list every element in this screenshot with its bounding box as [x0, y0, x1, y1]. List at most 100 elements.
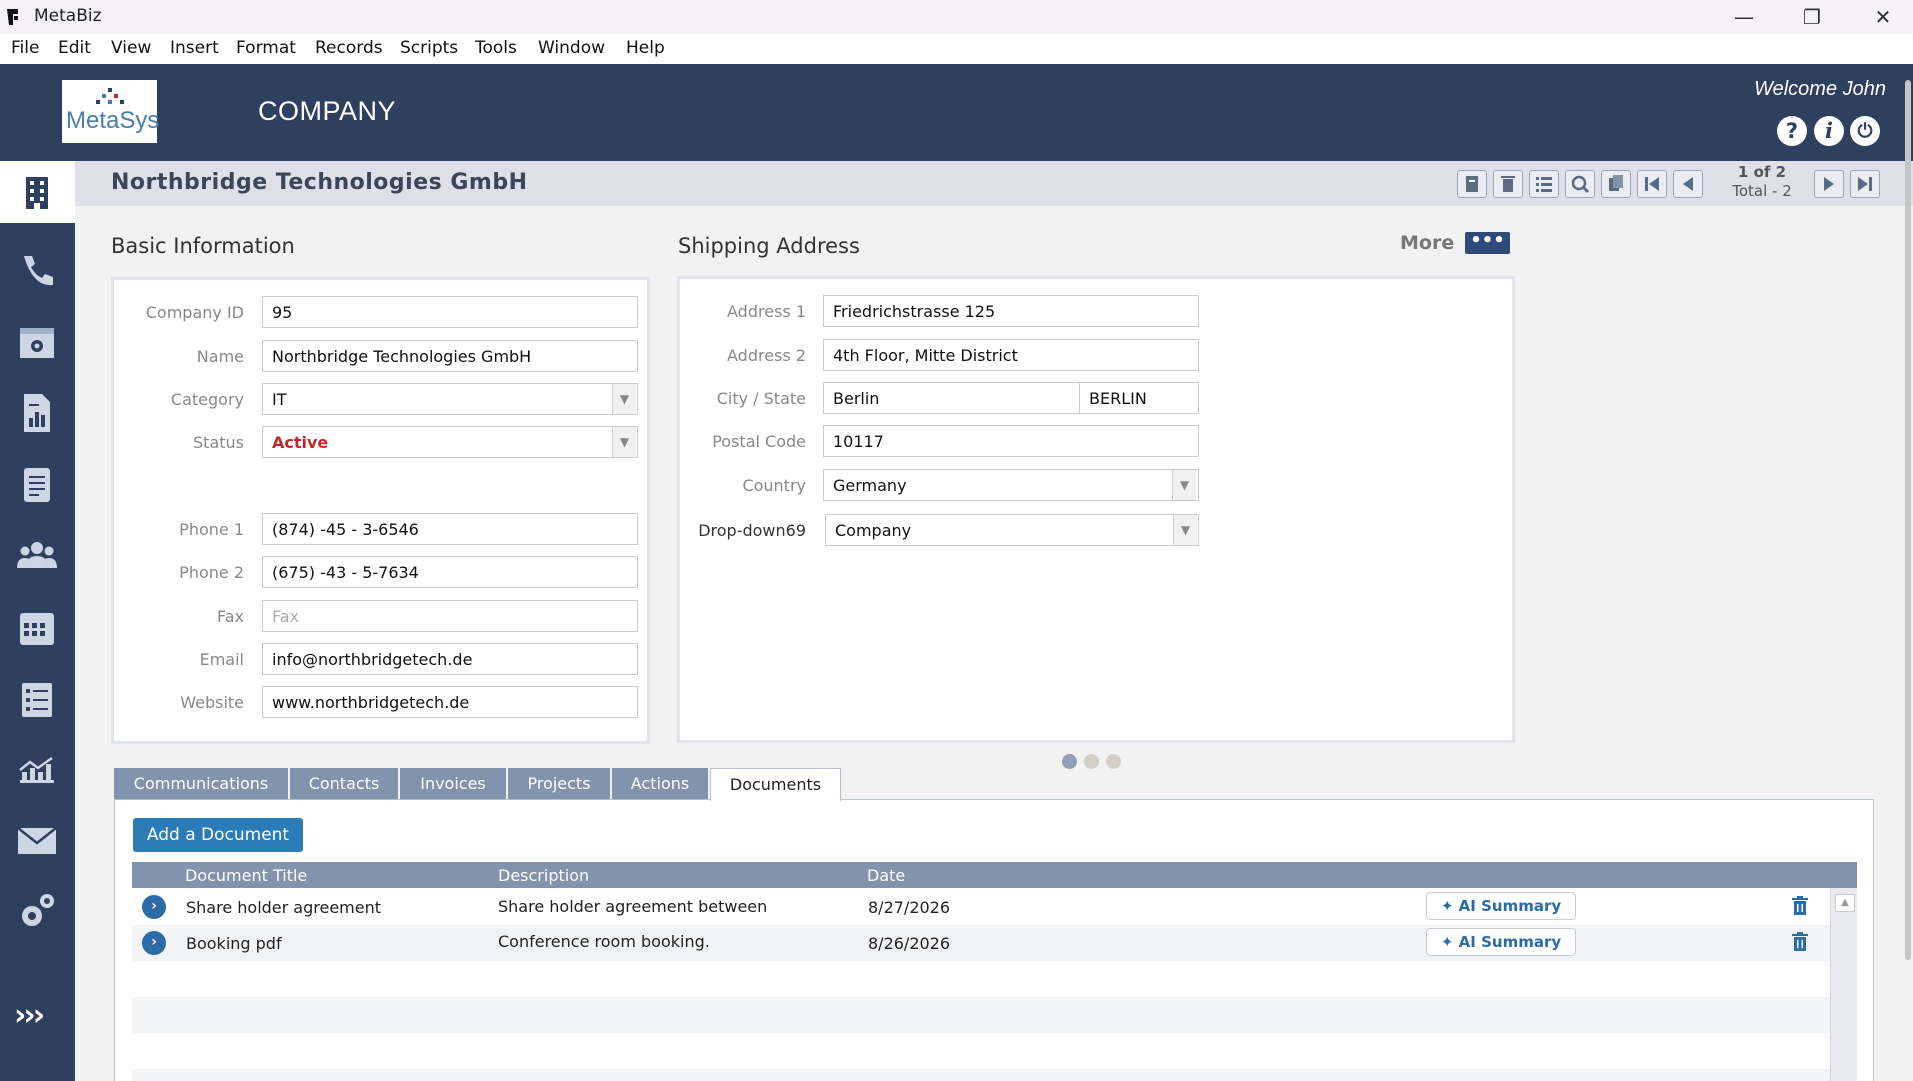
trash-icon[interactable]: [1791, 896, 1809, 916]
duplicate-icon[interactable]: [1601, 170, 1631, 198]
menu-scripts[interactable]: Scripts: [400, 38, 458, 58]
menu-edit[interactable]: Edit: [58, 38, 91, 58]
document-description: Share holder agreement between: [498, 897, 768, 916]
column-document-title[interactable]: Document Title: [185, 866, 307, 885]
find-icon[interactable]: [1565, 170, 1595, 198]
pager-dot[interactable]: [1084, 754, 1099, 769]
menu-format[interactable]: Format: [236, 38, 296, 58]
first-record-icon[interactable]: [1637, 170, 1667, 198]
menu-tools[interactable]: Tools: [475, 38, 517, 58]
documents-table-header: [132, 862, 1857, 888]
website-field[interactable]: www.northbridgetech.de: [262, 686, 638, 718]
dropdown69-select[interactable]: Company: [825, 514, 1199, 546]
address1-label: Address 1: [727, 302, 806, 321]
chart-icon[interactable]: [14, 748, 60, 794]
country-select[interactable]: Germany: [823, 469, 1199, 501]
logo-text: MetaSys: [66, 107, 160, 134]
empty-row: [132, 1033, 1830, 1069]
name-field[interactable]: Northbridge Technologies GmbH: [262, 340, 638, 372]
menu-help[interactable]: Help: [626, 38, 665, 58]
menu-records[interactable]: Records: [315, 38, 383, 58]
category-value: IT: [272, 390, 287, 409]
pager-dot[interactable]: [1062, 754, 1077, 769]
ai-summary-button[interactable]: ✦ AI Summary: [1426, 892, 1576, 920]
open-row-icon[interactable]: ›: [142, 895, 166, 919]
trash-icon[interactable]: [1791, 932, 1809, 952]
empty-row: [132, 1069, 1830, 1081]
tab-projects[interactable]: Projects: [508, 768, 610, 800]
phone2-field[interactable]: (675) -43 - 5-7634: [262, 556, 638, 588]
open-row-icon[interactable]: ›: [142, 931, 166, 955]
basic-info-title: Basic Information: [111, 234, 295, 258]
record-title: Northbridge Technologies GmbH: [111, 170, 528, 195]
add-document-button[interactable]: Add a Document: [133, 818, 303, 852]
info-icon[interactable]: i: [1814, 116, 1844, 146]
minimize-button[interactable]: —: [1714, 0, 1774, 34]
tab-communications[interactable]: Communications: [114, 768, 288, 800]
record-count: 1 of 2: [1737, 163, 1787, 181]
ai-summary-button[interactable]: ✦ AI Summary: [1426, 928, 1576, 956]
empty-row: [132, 961, 1830, 997]
tab-contacts[interactable]: Contacts: [290, 768, 398, 800]
pager-dot[interactable]: [1106, 754, 1121, 769]
new-record-icon[interactable]: [1457, 170, 1487, 198]
delete-record-icon[interactable]: [1493, 170, 1523, 198]
tab-documents[interactable]: Documents: [710, 768, 841, 801]
restore-button[interactable]: ❐: [1782, 0, 1842, 34]
close-button[interactable]: ✕: [1853, 0, 1913, 34]
module-title: COMPANY: [258, 96, 397, 126]
phone1-field[interactable]: (874) -45 - 3-6546: [262, 513, 638, 545]
checklist-icon[interactable]: [14, 677, 60, 723]
chevron-down-icon[interactable]: ▼: [1172, 470, 1196, 500]
tab-invoices[interactable]: Invoices: [400, 768, 506, 800]
mail-icon[interactable]: [14, 818, 60, 864]
expand-icon[interactable]: ›››: [14, 998, 64, 1033]
documents-scrollbar[interactable]: ▲: [1830, 888, 1857, 1081]
column-description[interactable]: Description: [498, 866, 589, 885]
report-icon[interactable]: [14, 390, 60, 436]
document-title: Share holder agreement: [186, 898, 382, 917]
column-date[interactable]: Date: [867, 866, 905, 885]
city-field[interactable]: Berlin: [823, 382, 1080, 414]
chevron-down-icon[interactable]: ▼: [1173, 515, 1197, 545]
address1-field[interactable]: Friedrichstrasse 125: [823, 295, 1199, 327]
chevron-down-icon[interactable]: ▼: [612, 384, 636, 414]
document-icon[interactable]: [14, 462, 60, 508]
email-field[interactable]: info@northbridgetech.de: [262, 643, 638, 675]
tab-actions[interactable]: Actions: [612, 768, 708, 800]
fax-field[interactable]: Fax: [262, 600, 638, 632]
postal-field[interactable]: 10117: [823, 425, 1199, 457]
help-icon[interactable]: ?: [1777, 116, 1807, 146]
calendar-icon[interactable]: [14, 605, 60, 651]
next-record-icon[interactable]: [1814, 170, 1844, 198]
sparkle-icon: ✦: [1440, 933, 1454, 951]
app-logo-icon: [7, 9, 18, 25]
list-view-icon[interactable]: [1529, 170, 1559, 198]
menu-file[interactable]: File: [11, 38, 39, 58]
dropdown69-value: Company: [835, 521, 912, 540]
previous-record-icon[interactable]: [1673, 170, 1703, 198]
window-scrollbar[interactable]: [1905, 80, 1911, 960]
scroll-up-icon[interactable]: ▲: [1835, 894, 1855, 912]
status-select[interactable]: Active: [262, 426, 638, 458]
more-button[interactable]: •••: [1465, 232, 1510, 254]
menu-window[interactable]: Window: [538, 38, 605, 58]
state-field[interactable]: BERLIN: [1079, 382, 1199, 414]
chevron-down-icon[interactable]: ▼: [612, 427, 636, 457]
power-icon[interactable]: ⏻: [1850, 116, 1880, 146]
calendar-settings-icon[interactable]: [14, 320, 60, 366]
contacts-icon[interactable]: [14, 532, 60, 578]
menu-view[interactable]: View: [111, 38, 151, 58]
phone-icon[interactable]: [14, 248, 60, 294]
more-label[interactable]: More: [1400, 232, 1454, 254]
last-record-icon[interactable]: [1850, 170, 1880, 198]
company-icon[interactable]: [14, 169, 60, 215]
category-select[interactable]: IT: [262, 383, 638, 415]
address2-field[interactable]: 4th Floor, Mitte District: [823, 339, 1199, 371]
email-label: Email: [199, 650, 244, 669]
menu-insert[interactable]: Insert: [170, 38, 219, 58]
country-label: Country: [742, 476, 806, 495]
company-id-field[interactable]: 95: [262, 296, 638, 328]
settings-icon[interactable]: [14, 888, 60, 934]
document-date: 8/26/2026: [868, 934, 951, 953]
